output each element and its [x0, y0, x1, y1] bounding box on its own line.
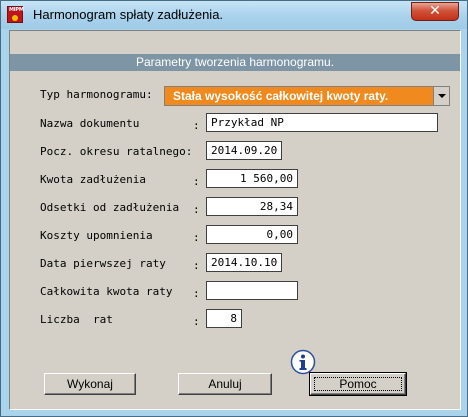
dialog-window: MIPM Harmonogram spłaty zadłużenia. ✕ Pa… [0, 0, 468, 417]
colon: : [193, 231, 200, 244]
nazwa-dokumentu-field[interactable]: Przykład NP [206, 113, 438, 132]
colon: : [193, 175, 200, 188]
calkowita-kwota-field[interactable] [206, 281, 298, 300]
colon: : [193, 287, 200, 300]
kwota-zadluzenia-label: Kwota zadłużenia [40, 173, 146, 186]
typ-harmonogramu-value: Stała wysokość całkowitej kwoty raty. [173, 89, 389, 103]
colon: : [193, 119, 200, 132]
nazwa-dokumentu-label: Nazwa dokumentu [40, 117, 140, 130]
kwota-zadluzenia-field[interactable]: 1 560,00 [206, 169, 298, 188]
section-heading: Parametry tworzenia harmonogramu. [10, 54, 460, 71]
calkowita-kwota-label: Całkowita kwota raty [40, 285, 173, 298]
liczba-rat-field[interactable]: 8 [206, 309, 242, 328]
colon: : [193, 259, 200, 272]
info-icon[interactable] [290, 349, 316, 375]
app-icon-text: MIPM [9, 7, 24, 13]
koszty-upomnienia-field[interactable]: 0,00 [206, 225, 298, 244]
pomoc-button[interactable]: Pomoc [309, 372, 407, 396]
window-title: Harmonogram spłaty zadłużenia. [33, 7, 224, 22]
colon: : [193, 315, 200, 328]
title-bar[interactable]: MIPM Harmonogram spłaty zadłużenia. ✕ [1, 1, 467, 29]
close-button[interactable]: ✕ [411, 2, 459, 21]
dropdown-button[interactable] [433, 87, 449, 105]
pocz-okresu-field[interactable]: 2014.09.20 [206, 141, 282, 160]
app-icon: MIPM [7, 6, 24, 23]
pocz-okresu-label: Pocz. okresu ratalnego: [40, 145, 193, 158]
typ-harmonogramu-select[interactable]: Stała wysokość całkowitej kwoty raty. [164, 86, 450, 106]
koszty-upomnienia-label: Koszty upomnienia [40, 229, 153, 242]
chevron-down-icon [438, 94, 446, 98]
anuluj-button[interactable]: Anuluj [178, 373, 272, 395]
dialog-client-area: Parametry tworzenia harmonogramu. Typ ha… [9, 30, 461, 410]
data-pierwszej-raty-field[interactable]: 2014.10.10 [206, 253, 282, 272]
wykonaj-button[interactable]: Wykonaj [44, 373, 136, 395]
close-icon: ✕ [429, 3, 441, 19]
odsetki-field[interactable]: 28,34 [206, 197, 298, 216]
colon: : [193, 203, 200, 216]
liczba-rat-label: Liczba rat [40, 313, 113, 326]
typ-harmonogramu-label: Typ harmonogramu: [40, 88, 153, 101]
odsetki-label: Odsetki od zadłużenia [40, 201, 180, 214]
data-pierwszej-raty-label: Data pierwszej raty [40, 257, 166, 270]
